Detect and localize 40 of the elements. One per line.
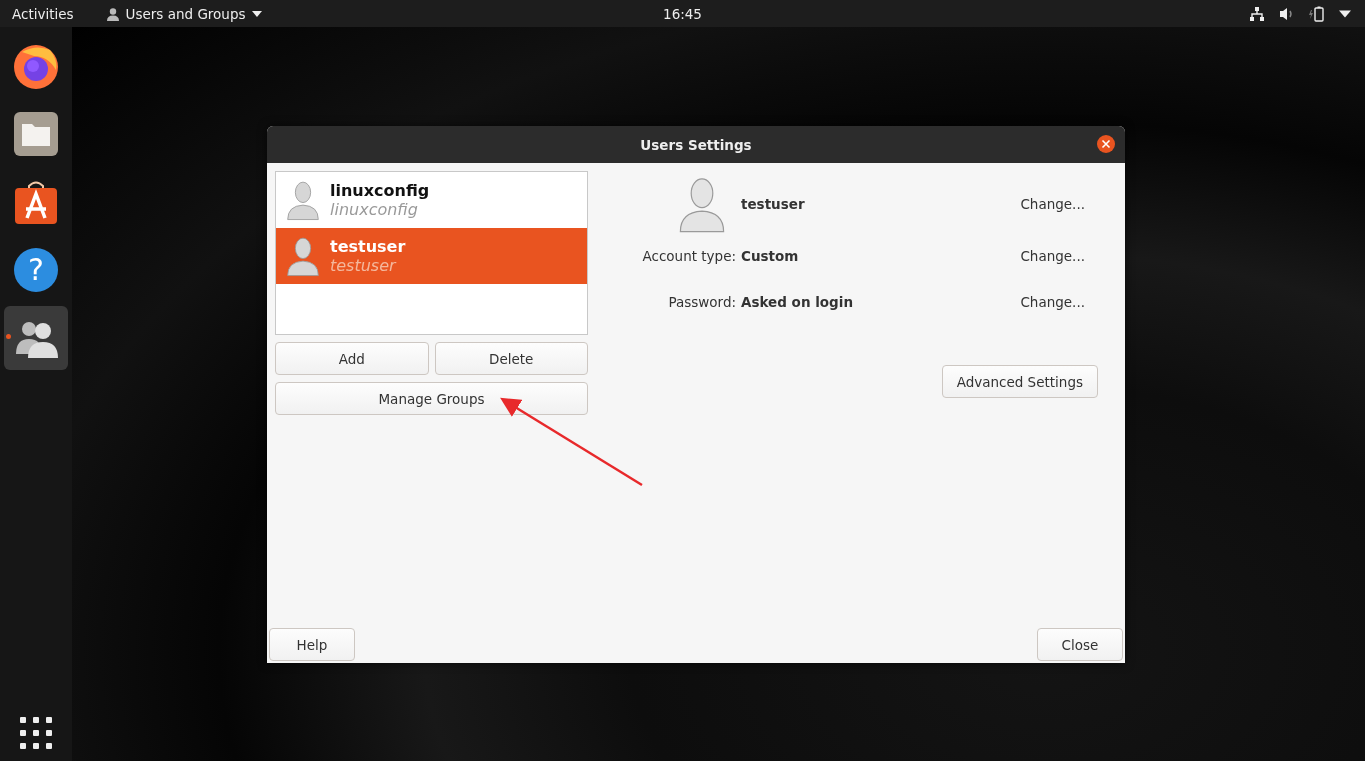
manage-groups-button[interactable]: Manage Groups	[275, 382, 588, 415]
field-value: Custom	[741, 248, 800, 264]
user-login: testuser	[330, 256, 398, 275]
user-login: linuxconfig	[330, 200, 419, 219]
change-button[interactable]: Change...	[1012, 290, 1093, 314]
app-menu[interactable]: Users and Groups	[105, 5, 262, 22]
add-button[interactable]: Add	[275, 342, 429, 375]
browser-icon	[12, 42, 60, 90]
activities-button[interactable]: Activities	[0, 5, 86, 22]
folder-icon	[12, 110, 60, 158]
user-name: testuser	[741, 196, 806, 212]
battery-icon[interactable]	[1309, 5, 1325, 22]
change-button[interactable]: Change...	[1012, 244, 1093, 268]
volume-icon[interactable]	[1279, 6, 1295, 21]
avatar-icon	[286, 235, 320, 277]
field-label: Password:	[668, 294, 736, 310]
field-value: Asked on login	[741, 294, 854, 310]
change-button[interactable]: Change...	[1012, 192, 1093, 216]
caret-icon	[251, 10, 262, 17]
avatar-icon	[286, 179, 320, 221]
user-icon	[105, 6, 120, 21]
dock-item[interactable]: ?	[4, 238, 68, 302]
help-button[interactable]: Help	[269, 628, 355, 661]
help-icon: ?	[12, 246, 60, 294]
avatar-icon	[678, 175, 726, 233]
close-button[interactable]: Close	[1037, 628, 1123, 661]
clock[interactable]: 16:45	[663, 5, 702, 22]
close-icon[interactable]	[1097, 135, 1115, 153]
user-row[interactable]: linuxconfig linuxconfig	[276, 172, 587, 228]
network-icon[interactable]	[1249, 6, 1265, 21]
user-name: testuser	[330, 237, 406, 256]
app-grid-icon[interactable]	[20, 717, 52, 749]
delete-button[interactable]: Delete	[434, 342, 588, 375]
user-name: linuxconfig	[330, 181, 430, 200]
field-label: Account type:	[642, 248, 736, 264]
caret-icon[interactable]	[1339, 9, 1351, 18]
advanced-settings-button[interactable]: Advanced Settings	[941, 365, 1098, 398]
window-title: Users Settings	[640, 136, 752, 153]
user-row[interactable]: testuser testuser	[276, 228, 587, 284]
dock-item[interactable]	[4, 306, 68, 370]
